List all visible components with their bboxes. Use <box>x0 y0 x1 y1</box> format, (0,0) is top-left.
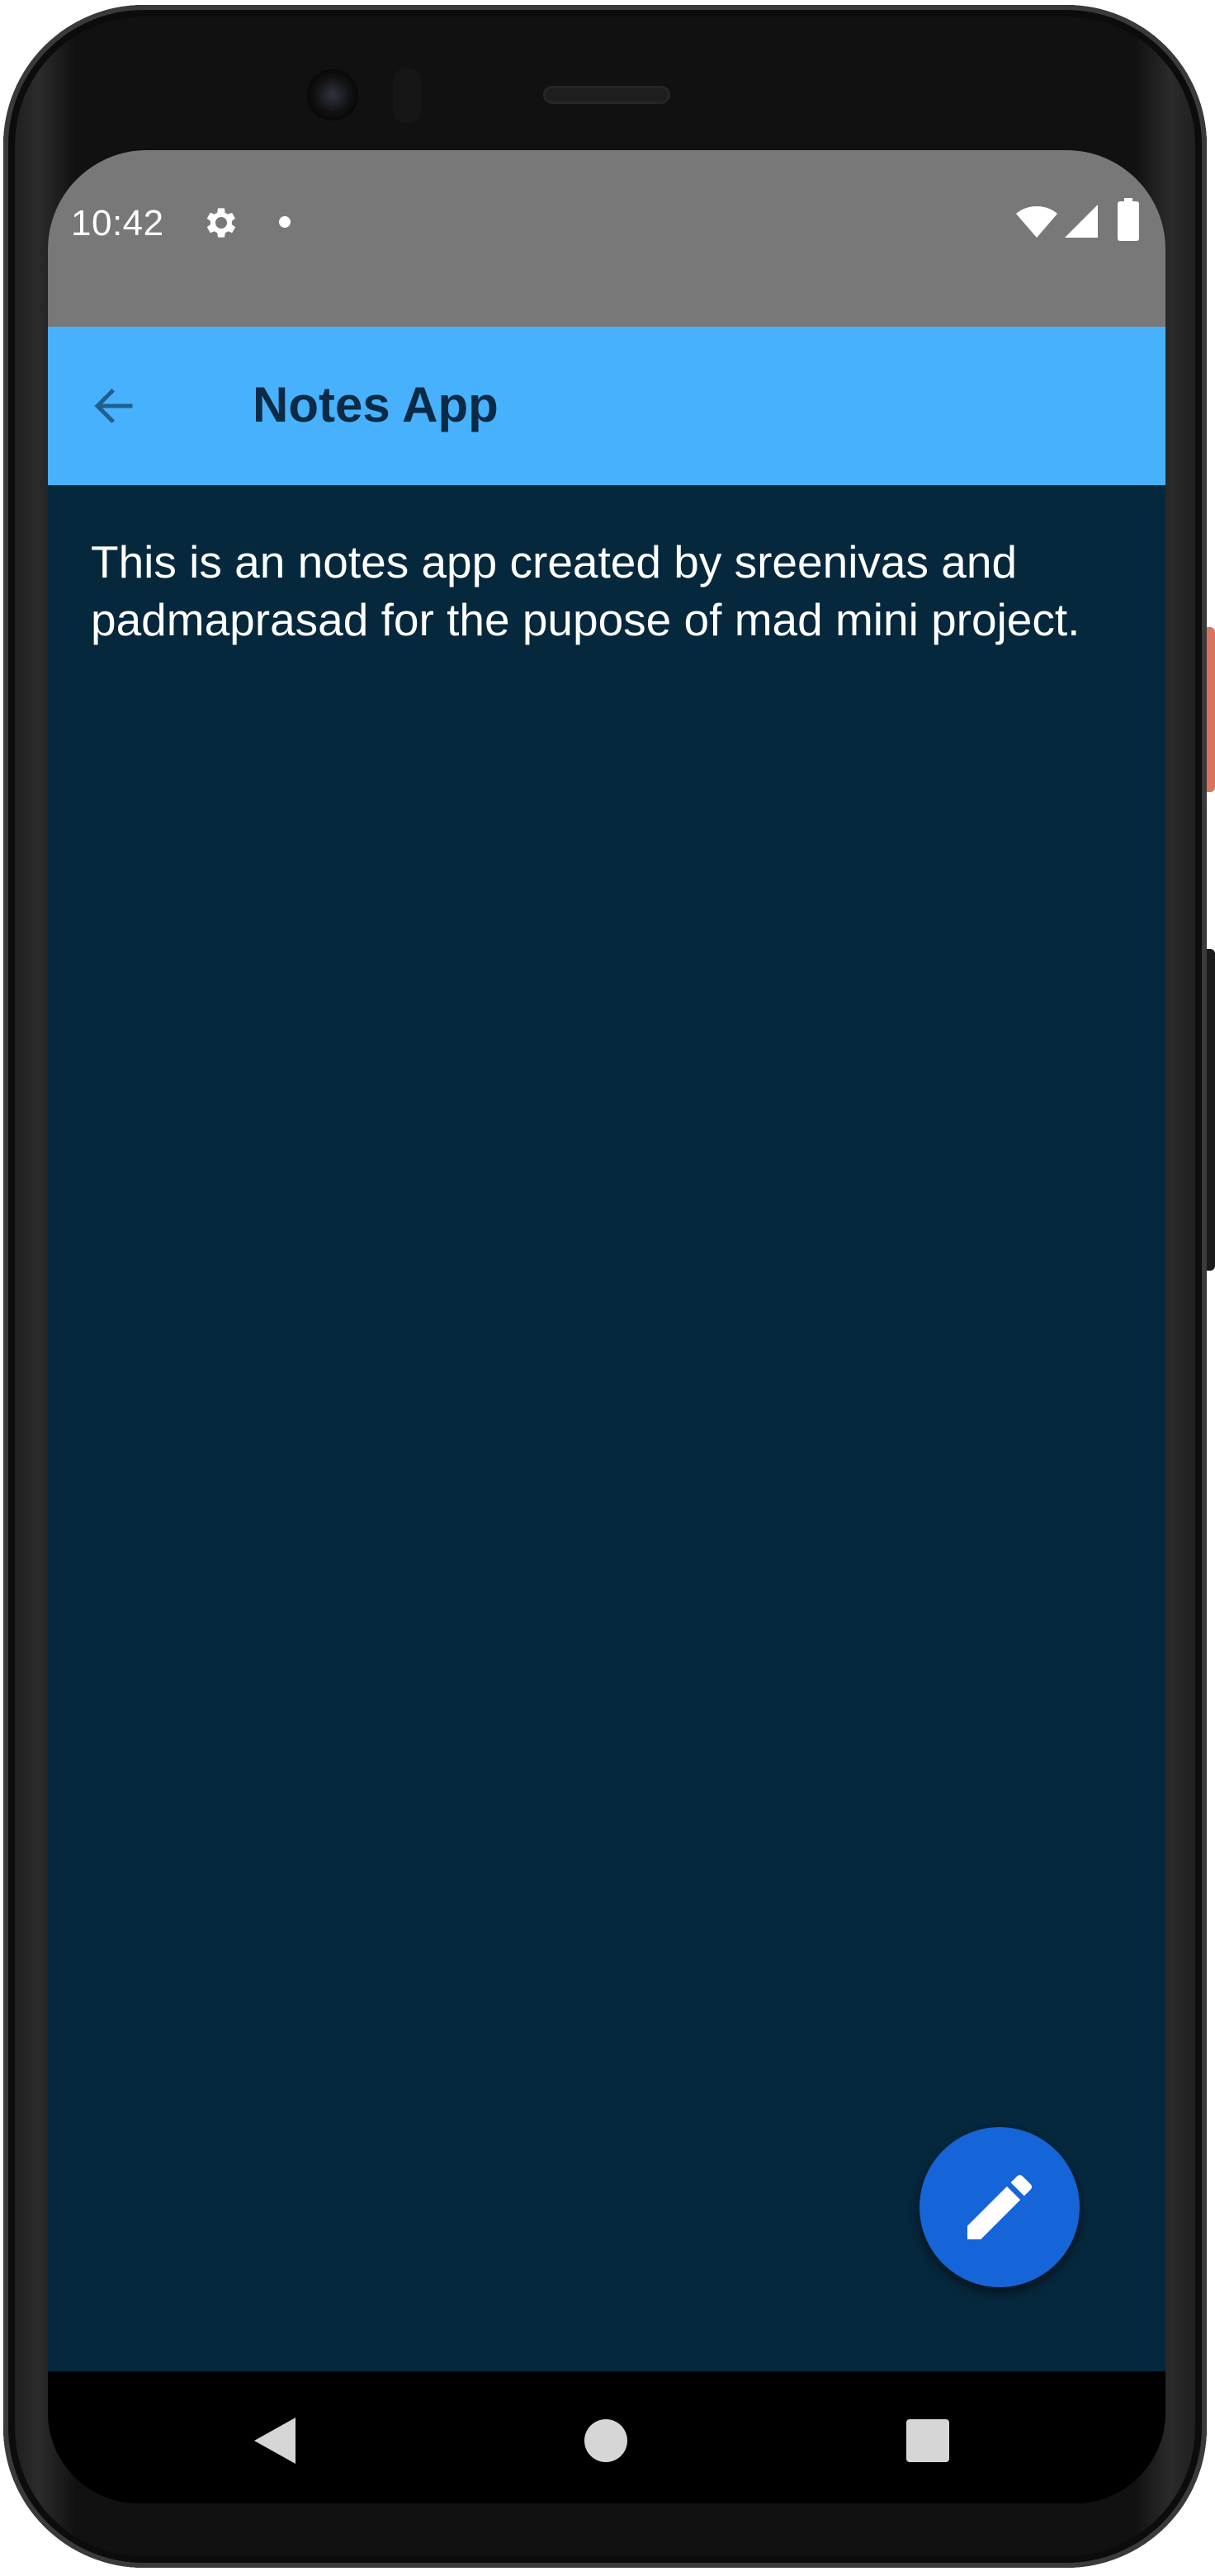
wifi-icon <box>1016 206 1057 238</box>
note-content: This is an notes app created by sreeniva… <box>48 485 1165 2371</box>
front-camera <box>307 69 358 120</box>
arrow-left-icon <box>94 388 133 424</box>
battery-icon <box>1118 198 1139 241</box>
gear-icon <box>206 208 236 238</box>
nav-recents-icon[interactable] <box>906 2419 949 2462</box>
back-button[interactable] <box>76 368 152 444</box>
edit-note-button[interactable] <box>920 2127 1080 2287</box>
nav-back-icon[interactable] <box>254 2418 295 2464</box>
status-bar: 10:42 <box>48 150 1165 327</box>
pencil-icon <box>967 2174 1033 2239</box>
earpiece-speaker <box>543 86 670 104</box>
app-bar: Notes App <box>48 327 1165 485</box>
proximity-sensor <box>393 68 421 124</box>
nav-home-icon[interactable] <box>584 2419 627 2462</box>
note-body: This is an notes app created by sreeniva… <box>91 536 1080 645</box>
signal-icon <box>1065 205 1098 238</box>
page-title: Notes App <box>253 377 499 432</box>
navigation-bar <box>48 2371 1165 2503</box>
volume-button <box>1207 949 1215 1271</box>
screen: 10:42 Notes App This is an notes app cre… <box>48 150 1165 2503</box>
status-time: 10:42 <box>71 203 164 243</box>
power-button <box>1207 627 1215 792</box>
notification-dot-icon <box>279 216 291 228</box>
